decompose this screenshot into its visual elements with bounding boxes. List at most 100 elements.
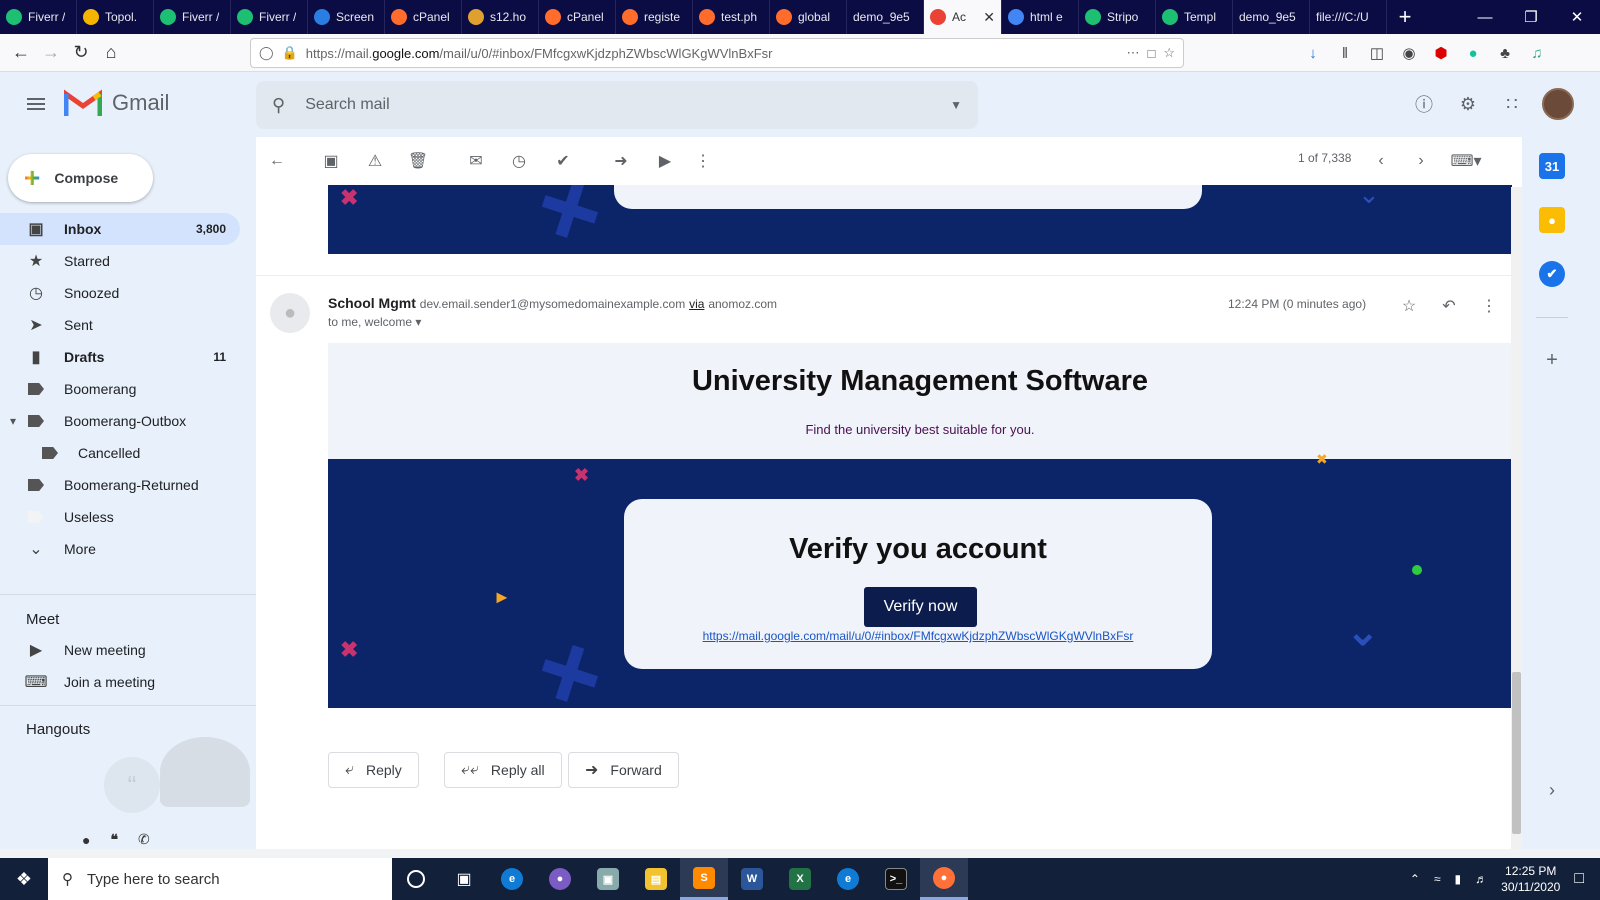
add-task-icon[interactable]: ✔	[550, 148, 576, 174]
browser-tab[interactable]: demo_9e5	[1233, 0, 1310, 34]
sidebar-item-more[interactable]: ⌄ More	[0, 533, 240, 565]
sidebar-item-sent[interactable]: ➤ Sent	[0, 309, 240, 341]
older-chevron-icon[interactable]: ›	[1408, 148, 1434, 174]
browser-tab[interactable]: Topol.	[77, 0, 154, 34]
sidebar-icon[interactable]: ◫	[1364, 38, 1390, 68]
photos-icon[interactable]: ▣	[584, 858, 632, 900]
library-icon[interactable]: ‖	[1332, 38, 1358, 68]
download-icon[interactable]: ↓	[1300, 38, 1326, 68]
hamburger-menu-icon[interactable]: ☰	[1596, 38, 1600, 68]
word-icon[interactable]: W	[728, 858, 776, 900]
browser-tab[interactable]: cPanel	[385, 0, 462, 34]
new-tab-button[interactable]: +	[1387, 0, 1423, 34]
app-icon[interactable]: ●	[536, 858, 584, 900]
terminal-icon[interactable]: >_	[872, 858, 920, 900]
delete-icon[interactable]: 🗑	[405, 148, 431, 174]
excel-icon[interactable]: X	[776, 858, 824, 900]
browser-tab[interactable]: registe	[616, 0, 693, 34]
pocket-icon[interactable]: □	[1147, 46, 1155, 61]
notification-icon[interactable]: □	[1574, 870, 1584, 888]
browser-tab[interactable]: cPanel	[539, 0, 616, 34]
reply-icon[interactable]: ↶	[1438, 295, 1460, 317]
volume-icon[interactable]: ♬	[1475, 872, 1487, 886]
close-window-icon[interactable]: ✕	[1554, 0, 1600, 34]
sidebar-item-boomerang-returned[interactable]: Boomerang-Returned	[0, 469, 240, 501]
grammarly-icon[interactable]: ●	[1460, 38, 1486, 68]
browser-tab[interactable]: Fiverr /	[231, 0, 308, 34]
help-icon[interactable]: ⓘ	[1410, 90, 1438, 118]
archive-icon[interactable]: ▣	[318, 148, 344, 174]
browser-tab[interactable]: Ac ✕	[924, 0, 1002, 34]
browser-tab[interactable]: Screen	[308, 0, 385, 34]
tasks-icon[interactable]: ✔	[1539, 261, 1565, 287]
star-icon[interactable]: ☆	[1398, 295, 1420, 317]
taskbar-search[interactable]: ⚲ Type here to search	[48, 858, 392, 900]
person-icon[interactable]: ●	[82, 832, 90, 848]
keep-icon[interactable]: ●	[1539, 207, 1565, 233]
sidebar-item-drafts[interactable]: ▮ Drafts 11	[0, 341, 240, 373]
new-meeting-item[interactable]: ▶ New meeting	[0, 634, 240, 666]
edge-icon[interactable]: e	[488, 858, 536, 900]
scrollbar-thumb[interactable]	[1512, 672, 1521, 834]
browser-tab[interactable]: Fiverr /	[0, 0, 77, 34]
settings-gear-icon[interactable]: ⚙	[1454, 90, 1482, 118]
join-meeting-item[interactable]: ⌨ Join a meeting	[0, 666, 240, 698]
search-options-icon[interactable]: ▼	[950, 98, 962, 112]
sidebar-item-useless[interactable]: Useless	[0, 501, 240, 533]
via-link[interactable]: via	[689, 297, 704, 311]
search-bar[interactable]: ⚲ Search mail ▼	[256, 81, 978, 129]
label-icon[interactable]: ▶	[652, 148, 678, 174]
browser-tab[interactable]: html e	[1002, 0, 1079, 34]
sidebar-item-starred[interactable]: ★ Starred	[0, 245, 240, 277]
sender-name[interactable]: School Mgmt	[328, 295, 416, 311]
snooze-icon[interactable]: ◷	[506, 148, 532, 174]
sidebar-item-inbox[interactable]: ▣ Inbox 3,800	[0, 213, 240, 245]
input-tools-icon[interactable]: ⌨▾	[1446, 148, 1486, 174]
search-icon[interactable]: ⚲	[272, 95, 285, 116]
verify-now-button[interactable]: Verify now	[864, 587, 977, 627]
newer-chevron-icon[interactable]: ‹	[1368, 148, 1394, 174]
reply-all-button[interactable]: ⤶⤶ Reply all	[444, 752, 562, 788]
clock[interactable]: 12:25 PM 30/11/2020	[1501, 863, 1560, 895]
back-to-inbox-icon[interactable]: ←	[264, 148, 290, 174]
more-vert-icon[interactable]: ⋮	[690, 148, 716, 174]
more-vert-icon[interactable]: ⋮	[1478, 295, 1500, 317]
more-actions-icon[interactable]: ⋯	[1126, 45, 1139, 61]
browser-tab[interactable]: test.ph	[693, 0, 770, 34]
task-view-icon[interactable]: ▣	[440, 858, 488, 900]
url-bar[interactable]: ◯ 🔒 https://mail.google.com/mail/u/0/#in…	[250, 38, 1184, 68]
extension2-icon[interactable]: ♫	[1524, 38, 1550, 68]
browser-tab[interactable]: demo_9e5	[847, 0, 924, 34]
cortana-icon[interactable]	[392, 858, 440, 900]
taskbar-search-input[interactable]: Type here to search	[87, 871, 220, 888]
forward-button[interactable]: ➜ Forward	[568, 752, 679, 788]
main-menu-icon[interactable]	[24, 92, 48, 116]
browser-tab[interactable]: s12.ho	[462, 0, 539, 34]
mark-unread-icon[interactable]: ✉	[463, 148, 489, 174]
battery-icon[interactable]: ▮	[1455, 872, 1462, 886]
phone-icon[interactable]: ✆	[138, 831, 150, 848]
sidebar-item-cancelled[interactable]: Cancelled	[0, 437, 240, 469]
close-tab-icon[interactable]: ✕	[983, 9, 995, 26]
browser-tab[interactable]: Stripo	[1079, 0, 1156, 34]
gmail-logo[interactable]: Gmail	[64, 88, 169, 118]
account-icon[interactable]: ◉	[1396, 38, 1422, 68]
maximize-icon[interactable]: ❐	[1508, 0, 1554, 34]
sublime-icon[interactable]: S	[680, 858, 728, 900]
add-addon-icon[interactable]: +	[1539, 347, 1565, 373]
expand-arrow-icon[interactable]: ▾	[10, 414, 16, 428]
chevron-up-icon[interactable]: ⌃	[1410, 872, 1420, 886]
adblock-icon[interactable]: ⬢	[1428, 38, 1454, 68]
expand-panel-icon[interactable]: ›	[1539, 777, 1565, 803]
forward-icon[interactable]: →	[36, 38, 66, 68]
report-spam-icon[interactable]: ⚠	[362, 148, 388, 174]
search-input[interactable]: Search mail	[305, 96, 389, 114]
windows-start-icon[interactable]: ❖	[0, 869, 48, 890]
wifi-icon[interactable]: ≈	[1434, 872, 1441, 886]
apps-grid-icon[interactable]: ∷	[1498, 90, 1526, 118]
sidebar-item-boomerang-outbox[interactable]: Boomerang-Outbox ▾	[0, 405, 240, 437]
verify-link[interactable]: https://mail.google.com/mail/u/0/#inbox/…	[624, 629, 1212, 643]
browser-tab[interactable]: Templ	[1156, 0, 1233, 34]
hangouts-chat-icon[interactable]: ❝	[110, 831, 118, 848]
browser-tab[interactable]: Fiverr /	[154, 0, 231, 34]
